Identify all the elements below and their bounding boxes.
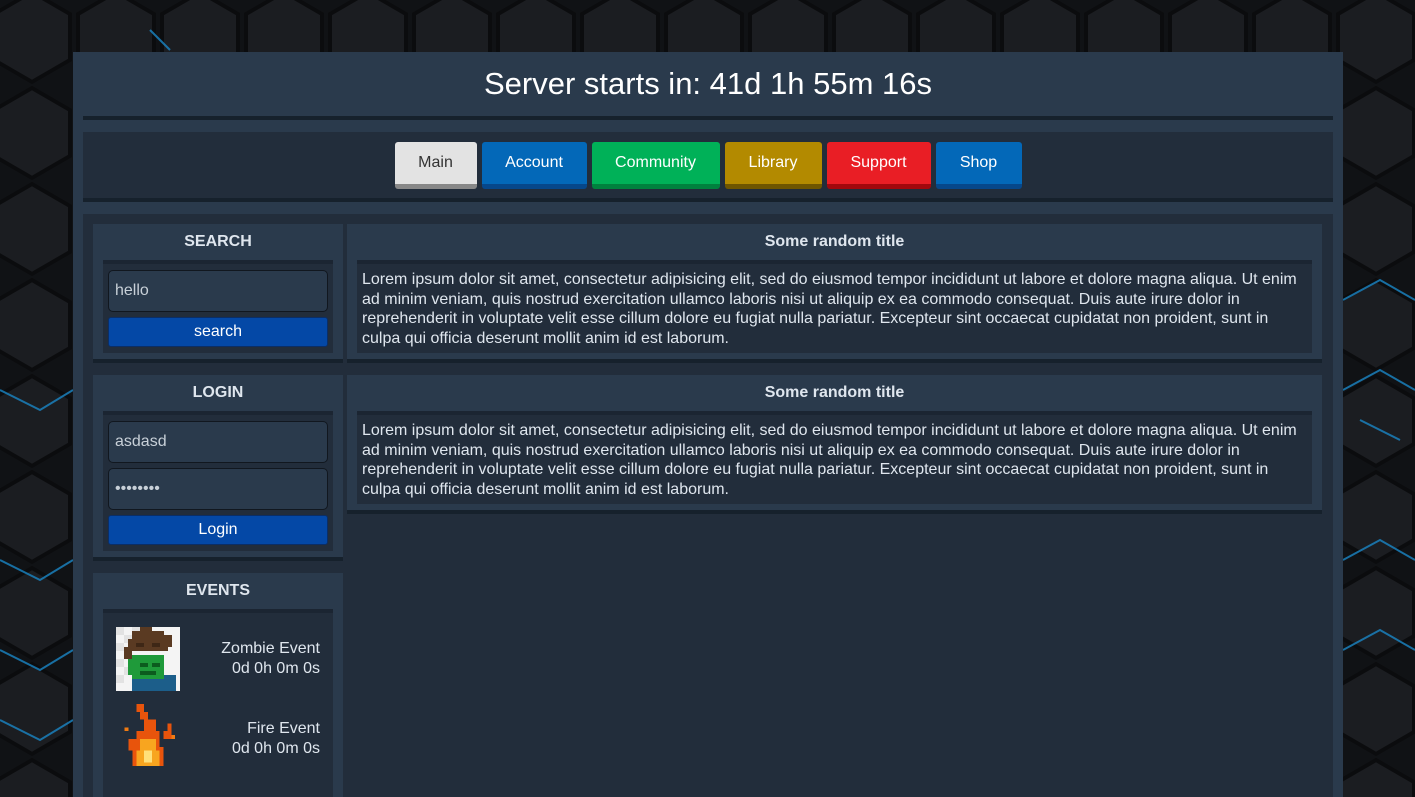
login-panel: LOGIN asdasd •••••••• Login — [93, 375, 343, 561]
search-input[interactable]: hello — [108, 270, 328, 312]
event-time: 0d 0h 0m 0s — [231, 740, 320, 757]
article-body: Lorem ipsum dolor sit amet, consectetur … — [357, 415, 1312, 504]
event-item: Fire Event 0d 0h 0m 0s — [108, 699, 328, 779]
event-name: Fire Event — [247, 720, 320, 737]
nav-library-button[interactable]: Library — [724, 141, 822, 189]
events-panel: EVENTS Zombie Event 0d 0h 0m 0s Fire Eve… — [93, 573, 343, 797]
article-title: Some random title — [357, 375, 1312, 415]
login-panel-body: asdasd •••••••• Login — [103, 415, 333, 551]
search-button[interactable]: search — [108, 317, 328, 347]
login-button[interactable]: Login — [108, 515, 328, 545]
sidebar: SEARCH hello search LOGIN asdasd •••••••… — [93, 224, 343, 797]
username-input[interactable]: asdasd — [108, 421, 328, 463]
main-nav: Main Account Community Library Support S… — [83, 132, 1333, 202]
nav-shop-button[interactable]: Shop — [935, 141, 1022, 189]
zombie-icon — [116, 627, 180, 691]
news-article: Some random title Lorem ipsum dolor sit … — [347, 375, 1322, 514]
countdown-header: Server starts in: 41d 1h 55m 16s — [83, 52, 1333, 120]
event-time: 0d 0h 0m 0s — [231, 660, 320, 677]
nav-community-button[interactable]: Community — [591, 141, 720, 189]
password-input[interactable]: •••••••• — [108, 468, 328, 510]
nav-support-button[interactable]: Support — [826, 141, 931, 189]
login-panel-title: LOGIN — [103, 375, 333, 415]
events-panel-title: EVENTS — [103, 573, 333, 613]
article-body: Lorem ipsum dolor sit amet, consectetur … — [357, 264, 1312, 353]
content-area: SEARCH hello search LOGIN asdasd •••••••… — [83, 214, 1333, 797]
search-panel: SEARCH hello search — [93, 224, 343, 363]
search-panel-body: hello search — [103, 264, 333, 353]
page-container: Server starts in: 41d 1h 55m 16s Main Ac… — [73, 52, 1343, 797]
event-item: Zombie Event 0d 0h 0m 0s — [108, 619, 328, 699]
article-title: Some random title — [357, 224, 1312, 264]
fire-icon — [124, 704, 176, 767]
news-article: Some random title Lorem ipsum dolor sit … — [347, 224, 1322, 363]
main-column: Some random title Lorem ipsum dolor sit … — [347, 224, 1322, 526]
event-name: Zombie Event — [221, 640, 320, 657]
search-panel-title: SEARCH — [103, 224, 333, 264]
nav-account-button[interactable]: Account — [481, 141, 587, 189]
events-list: Zombie Event 0d 0h 0m 0s Fire Event 0d 0… — [103, 613, 333, 797]
nav-main-button[interactable]: Main — [394, 141, 477, 189]
